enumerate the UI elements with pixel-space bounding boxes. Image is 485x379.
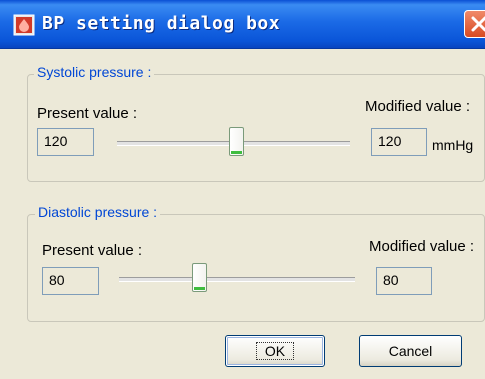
- systolic-legend: Systolic pressure :: [34, 64, 155, 80]
- ok-button-label: OK: [255, 342, 295, 360]
- diastolic-modified-value[interactable]: 80: [376, 267, 432, 295]
- bp-setting-dialog: BP setting dialog box Systolic pressure …: [0, 0, 485, 379]
- systolic-present-label: Present value :: [37, 105, 138, 122]
- systolic-modified-value[interactable]: 120: [371, 128, 427, 156]
- systolic-modified-label: Modified value :: [365, 98, 471, 115]
- ok-button[interactable]: OK: [225, 335, 325, 367]
- systolic-present-value: 120: [37, 128, 94, 156]
- close-icon: [471, 16, 485, 32]
- title-bar[interactable]: BP setting dialog box: [0, 0, 485, 49]
- diastolic-legend: Diastolic pressure :: [35, 204, 161, 220]
- cancel-button-label: Cancel: [388, 343, 433, 359]
- diastolic-modified-label: Modified value :: [369, 238, 475, 255]
- diastolic-present-label: Present value :: [42, 242, 143, 259]
- diastolic-slider-thumb[interactable]: [192, 263, 208, 292]
- cancel-button[interactable]: Cancel: [359, 335, 462, 367]
- systolic-unit: mmHg: [432, 137, 474, 153]
- window-title: BP setting dialog box: [42, 13, 281, 34]
- close-button[interactable]: [464, 10, 485, 38]
- diastolic-slider-track[interactable]: [119, 277, 355, 282]
- diastolic-present-value: 80: [42, 267, 99, 295]
- systolic-slider-thumb[interactable]: [228, 127, 244, 156]
- bp-monitor-icon: [13, 14, 35, 36]
